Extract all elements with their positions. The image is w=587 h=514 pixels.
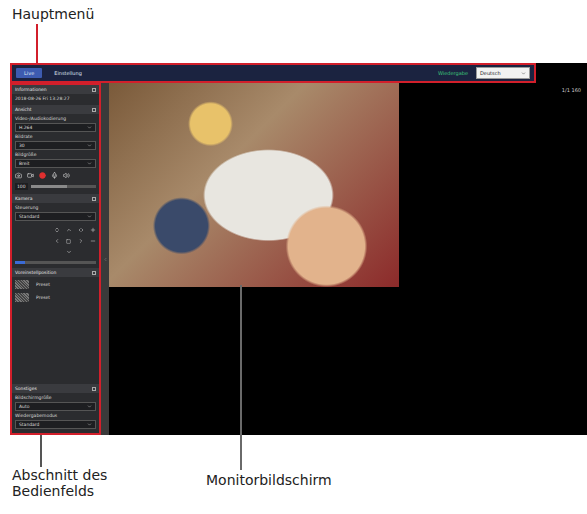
field-label: Bildrate (12, 134, 99, 139)
callout-line (40, 435, 42, 467)
dropdown-arrow-icon (87, 125, 92, 130)
slider-fill (15, 261, 25, 264)
pad-key[interactable] (76, 237, 85, 245)
arrow-left-icon (54, 238, 60, 244)
pan-icon (78, 227, 84, 233)
zoom-slider[interactable] (12, 261, 99, 264)
panel-caption-block: Abschnitt des Bedienfelds (0, 435, 150, 514)
panel-select[interactable]: Breit (15, 159, 96, 168)
icon-row (12, 170, 99, 181)
section-header[interactable]: Ansicht (12, 105, 99, 114)
callout-line (36, 24, 38, 63)
monitor-caption: Monitorbildschirm (206, 472, 332, 488)
field-label: Steuerung (12, 205, 99, 210)
arrow-right-icon (78, 238, 84, 244)
plus-icon (90, 227, 96, 233)
page: Hauptmenü Live Einstellung Wiedergabe Deutsc… (0, 0, 587, 514)
dropdown-arrow-icon (87, 161, 92, 166)
preset-label: Preset (33, 282, 53, 287)
minus-icon (90, 238, 96, 244)
slider-track (15, 261, 96, 264)
panel-select[interactable]: Auto (15, 402, 96, 411)
other-section: Sonstiges Bildschirmgröße Auto Wiedergabemo… (12, 384, 99, 433)
panel-select[interactable]: Standard (15, 212, 96, 221)
speaker-icon[interactable] (63, 172, 70, 179)
menu-row: Live Einstellung Wiedergabe Deutsch (10, 63, 587, 83)
section-header[interactable]: Informationen (12, 85, 99, 94)
microphone-icon[interactable] (51, 172, 58, 179)
arrow-down-icon (66, 249, 72, 255)
preset-section: Voreinstellposition Preset Preset (12, 268, 99, 384)
arrow-up-icon (66, 227, 72, 233)
pad-key[interactable] (88, 237, 97, 245)
dropdown-arrow-icon (521, 71, 526, 76)
ptz-pad (12, 223, 99, 259)
dropdown-arrow-icon (87, 143, 92, 148)
slider-fill (31, 185, 67, 188)
main-menu: Live Einstellung Wiedergabe Deutsch (10, 63, 536, 83)
content: Informationen 2018-08-26 Fri 13:28:27 Ansi… (10, 83, 587, 435)
collapse-icon (92, 197, 96, 201)
callout-line (240, 285, 242, 470)
volume-slider[interactable]: 100 (12, 183, 99, 190)
video-icon[interactable] (27, 172, 34, 179)
collapse-icon (92, 387, 96, 391)
preset-item[interactable]: Preset (12, 292, 99, 303)
monitor-screen: 1/1 160 (109, 83, 587, 435)
panel-select[interactable]: H.264 (15, 123, 96, 132)
field-label: Video-/Audiokodierung (12, 116, 99, 121)
section-header[interactable]: Voreinstellposition (12, 268, 99, 277)
pad-key[interactable] (88, 226, 97, 234)
panel-select[interactable]: Standard (15, 420, 96, 429)
panel-select[interactable]: 30 (15, 141, 96, 150)
camera-icon[interactable] (15, 172, 22, 179)
preset-label: Preset (33, 295, 53, 300)
datetime: 2018-08-26 Fri 13:28:27 (12, 96, 99, 101)
pad-key (52, 248, 61, 256)
pad-key[interactable] (52, 226, 61, 234)
preset-thumbnail (15, 293, 29, 302)
record-icon[interactable] (39, 172, 46, 179)
view-section: Ansicht Video-/Audiokodierung H.264 Bildrat… (12, 105, 99, 194)
section-header[interactable]: Kamera (12, 194, 99, 203)
slider-track (31, 185, 96, 188)
section-header[interactable]: Sonstiges (12, 384, 99, 393)
home-icon (66, 239, 71, 244)
collapse-arrow-icon (103, 257, 108, 262)
dropdown-arrow-icon (87, 214, 92, 219)
language-select[interactable]: Deutsch (476, 67, 530, 79)
collapse-icon (92, 88, 96, 92)
dropdown-arrow-icon (87, 422, 92, 427)
dropdown-arrow-icon (87, 404, 92, 409)
camera-image (109, 83, 399, 287)
tilt-icon (54, 227, 60, 233)
pad-key[interactable] (52, 237, 61, 245)
menu-tab[interactable]: Einstellung (46, 68, 90, 78)
panel-divider[interactable] (101, 83, 109, 435)
info-section: Informationen 2018-08-26 Fri 13:28:27 (12, 85, 99, 105)
screenshot: Live Einstellung Wiedergabe Deutsch Informat… (10, 63, 587, 435)
pad-key[interactable] (76, 226, 85, 234)
corner-text: 1/1 160 (399, 83, 587, 435)
menu-tab[interactable]: Live (16, 68, 42, 78)
collapse-icon (92, 108, 96, 112)
captions: Abschnitt des Bedienfelds Monitorbildschi… (0, 435, 587, 514)
pad-key[interactable] (64, 248, 73, 256)
main-menu-caption: Hauptmenü (0, 0, 587, 24)
field-label: Bildschirmgröße (12, 395, 99, 400)
field-label: Bildgröße (12, 152, 99, 157)
control-panel: Informationen 2018-08-26 Fri 13:28:27 Ansi… (10, 83, 101, 435)
pad-key[interactable] (64, 237, 73, 245)
pad-key[interactable] (64, 226, 73, 234)
menu-link[interactable]: Wiedergabe (438, 70, 472, 76)
camera-section: Kamera Steuerung Standard (12, 194, 99, 268)
field-label: Wiedergabemodus (12, 413, 99, 418)
collapse-icon (92, 271, 96, 275)
panel-caption: Abschnitt des Bedienfelds (12, 467, 150, 499)
preset-thumbnail (15, 280, 29, 289)
preset-item[interactable]: Preset (12, 279, 99, 290)
volume-reading: 100 (15, 183, 28, 190)
